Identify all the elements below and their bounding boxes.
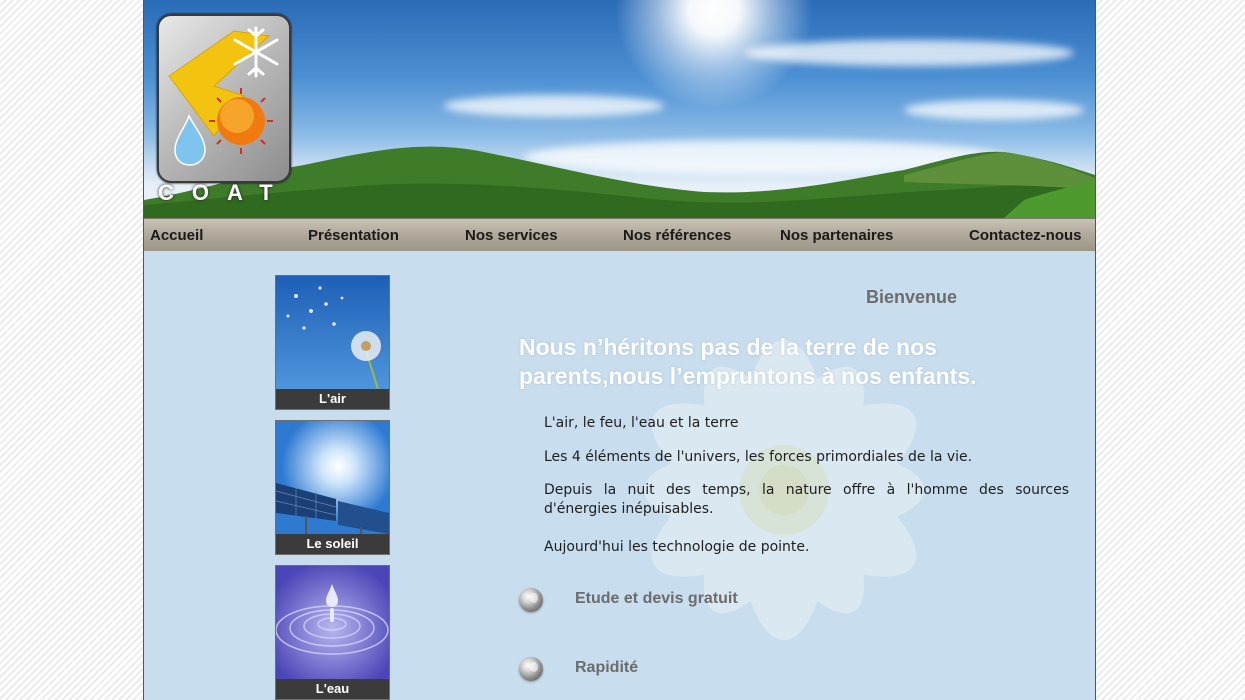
page-container: COAT Accueil Présentation Nos services N… — [143, 0, 1096, 700]
nav-item-presentation[interactable]: Présentation — [308, 227, 399, 244]
water-drop-icon — [174, 114, 206, 166]
nav-item-partenaires[interactable]: Nos partenaires — [780, 227, 893, 244]
thumb-caption: Le soleil — [276, 534, 389, 554]
paragraph: L'air, le feu, l'eau et la terre — [544, 415, 739, 431]
paragraph: Depuis la nuit des temps, la nature offr… — [544, 482, 1069, 517]
dandelion-image — [276, 276, 389, 389]
nav-item-services[interactable]: Nos services — [465, 227, 558, 244]
bullet-item: Etude et devis gratuit — [575, 590, 738, 607]
main-nav: Accueil Présentation Nos services Nos ré… — [144, 218, 1095, 252]
thumb-caption: L'air — [276, 389, 389, 409]
paragraph: Les 4 éléments de l'univers, les forces … — [544, 449, 973, 465]
title-divider — [519, 307, 969, 308]
solar-panel-image — [276, 421, 389, 534]
nav-item-contact[interactable]: Contactez-nous — [969, 227, 1082, 244]
nav-item-references[interactable]: Nos références — [623, 227, 731, 244]
header-banner: COAT — [144, 0, 1095, 218]
thumb-eau[interactable]: L'eau — [275, 565, 390, 700]
bullet-item: Rapidité — [575, 659, 639, 676]
thumb-air[interactable]: L'air — [275, 275, 390, 410]
logo-graphic — [168, 26, 279, 166]
logo-badge[interactable] — [157, 14, 291, 183]
bullet-ball-icon — [519, 657, 543, 681]
paragraph: Aujourd'hui les technologie de pointe. — [544, 539, 810, 555]
section-title: Bienvenue — [866, 287, 958, 307]
thumb-soleil[interactable]: Le soleil — [275, 420, 390, 555]
bullet-ball-icon — [519, 588, 543, 612]
thumb-caption: L'eau — [276, 679, 389, 699]
headline-quote: Nous n’héritons pas de la terre de nos p… — [519, 334, 977, 389]
logo-wordmark: COAT — [158, 180, 291, 205]
water-drop-image — [276, 566, 389, 679]
nav-item-accueil[interactable]: Accueil — [150, 227, 203, 244]
